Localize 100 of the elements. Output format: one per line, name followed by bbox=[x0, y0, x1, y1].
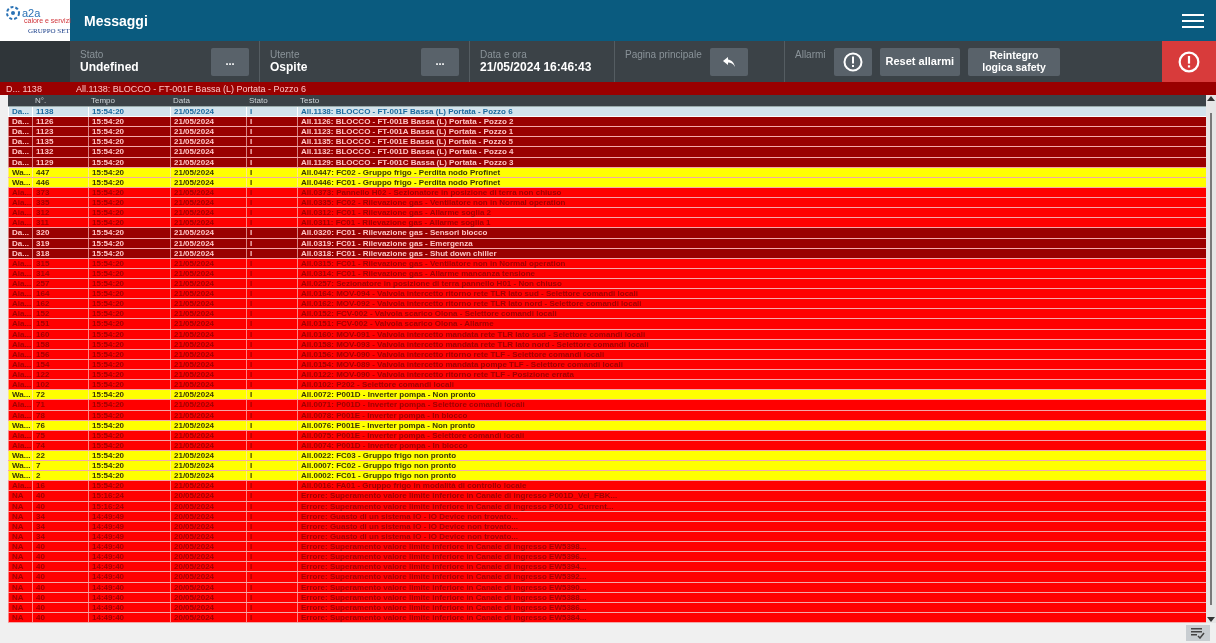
message-row[interactable]: NA 40 14:49:40 20/05/2024 I Errore: Superamento valore limite inferiore in Canale di ingresso EW5398... bbox=[8, 542, 1206, 553]
column-header[interactable]: Data bbox=[170, 95, 246, 106]
table-cell: Wa... bbox=[8, 451, 32, 461]
message-row[interactable]: Ala... 16 15:54:20 21/05/2024 I All.0016: FA01 - Gruppo frigo in modalità di controllo locale bbox=[8, 481, 1206, 492]
message-row[interactable]: Ala... 122 15:54:20 21/05/2024 I All.0122: MOV-090 - Valvola intercetto ritorno rete TLF - Posizione errata bbox=[8, 370, 1206, 381]
message-row[interactable]: Ala... 312 15:54:20 21/05/2024 I All.0312: FC01 - Rilevazione gas - Allarme soglia 2 bbox=[8, 208, 1206, 219]
table-cell: I bbox=[246, 299, 297, 309]
message-row[interactable]: Ala... 257 15:54:20 21/05/2024 I All.0257: Sezionatore in posizione di terra pannello H01 - Non chiuso bbox=[8, 279, 1206, 290]
message-row[interactable]: NA 40 14:49:40 20/05/2024 I Errore: Superamento valore limite inferiore in Canale di ingresso EW5392... bbox=[8, 572, 1206, 583]
message-row[interactable]: Ala... 160 15:54:20 21/05/2024 I All.0160: MOV-091 - Valvola intercetto mandata rete TLR lato sud - Selettore comandi locali bbox=[8, 329, 1206, 340]
message-row[interactable]: Ala... 154 15:54:20 21/05/2024 I All.0154: MOV-089 - Valvola intercetto mandata pompe TLF - Selettore comandi locali bbox=[8, 359, 1206, 371]
table-cell: 21/05/2024 bbox=[170, 461, 246, 471]
table-cell: Da... bbox=[8, 117, 32, 127]
message-row[interactable]: Ala... 335 15:54:20 21/05/2024 I All.0335: FC02 - Rilevazione gas - Ventilatore non in Normal operation bbox=[8, 198, 1206, 209]
table-cell: I bbox=[246, 440, 297, 450]
table-cell: I bbox=[246, 349, 297, 359]
message-row[interactable]: Ala... 71 15:54:20 21/05/2024 I All.0071: P001D - Inverter pompa - Selettore comandi locali bbox=[8, 400, 1206, 411]
table-cell: 15:54:20 bbox=[88, 471, 170, 481]
message-row[interactable]: Da... 1129 15:54:20 21/05/2024 I All.1129: BLOCCO - FT-001C Bassa (L) Portata - Pozzo 3 bbox=[8, 157, 1206, 168]
reset-alarms-button[interactable]: Reset allarmi bbox=[879, 47, 961, 76]
message-row[interactable]: Ala... 164 15:54:20 21/05/2024 I All.0164: MOV-094 - Valvola intercetto ritorno rete TLR lato sud - Selettore comandi locali bbox=[8, 289, 1206, 300]
message-row[interactable]: Ala... 373 15:54:20 21/05/2024 I All.0373: Pannello H02 - Sezionatore in posizione di terra non chiuso bbox=[8, 187, 1206, 199]
message-row[interactable]: Ala... 75 15:54:20 21/05/2024 I All.0075: P001E - Inverter pompa - Selettore comandi locali bbox=[8, 430, 1206, 441]
message-row[interactable]: Ala... 315 15:54:20 21/05/2024 I All.0315: FC01 - Rilevazione gas - Ventilatore non in Normal operation bbox=[8, 258, 1206, 269]
list-check-icon bbox=[1191, 627, 1205, 639]
message-row[interactable]: Ala... 314 15:54:20 21/05/2024 I All.0314: FC01 - Rilevazione gas - Allarme mancanza tensione bbox=[8, 268, 1206, 279]
column-header[interactable]: Stato bbox=[246, 95, 297, 106]
table-cell: I bbox=[246, 137, 297, 147]
table-cell: 21/05/2024 bbox=[170, 430, 246, 440]
message-row[interactable]: NA 34 14:49:49 20/05/2024 I Errore: Guasto di un sistema IO - IO Device non trovato... bbox=[8, 511, 1206, 522]
message-row[interactable]: Wa... 22 15:54:20 21/05/2024 I All.0022: FC03 - Gruppo frigo non pronto bbox=[8, 451, 1206, 462]
reintegro-button[interactable]: Reintegro logica safety bbox=[968, 47, 1061, 76]
message-row[interactable]: Ala... 74 15:54:20 21/05/2024 I All.0074: P001D - Inverter pompa - In blocco bbox=[8, 440, 1206, 451]
message-row[interactable]: Da... 1132 15:54:20 21/05/2024 I All.1132: BLOCCO - FT-001D Bassa (L) Portata - Pozzo 4 bbox=[8, 147, 1206, 158]
table-cell: NA bbox=[8, 542, 32, 552]
table-cell: 15:54:20 bbox=[88, 208, 170, 218]
message-row[interactable]: Wa... 7 15:54:20 21/05/2024 I All.0007: FC02 - Gruppo frigo non pronto bbox=[8, 461, 1206, 472]
table-cell: 15:54:20 bbox=[88, 339, 170, 349]
column-header[interactable]: Tempo bbox=[88, 95, 170, 106]
message-row[interactable]: Da... 1123 15:54:20 21/05/2024 I All.1123: BLOCCO - FT-001A Bassa (L) Portata - Pozzo 1 bbox=[8, 127, 1206, 138]
message-row[interactable]: Ala... 158 15:54:20 21/05/2024 I All.0158: MOV-093 - Valvola intercetto mandata rete TLR lato nord - Selettore comandi locali bbox=[8, 339, 1206, 350]
message-row[interactable]: Da... 319 15:54:20 21/05/2024 I All.0319: FC01 - Rilevazione gas - Emergenza bbox=[8, 238, 1206, 249]
utente-more-button[interactable]: ... bbox=[421, 47, 459, 76]
message-row[interactable]: NA 40 15:16:24 20/05/2024 I Errore: Superamento valore limite inferiore in Canale di ingresso P001D_Vel_FBK... bbox=[8, 491, 1206, 502]
table-cell: 21/05/2024 bbox=[170, 248, 246, 258]
table-cell: 315 bbox=[32, 258, 88, 268]
table-cell: 15:16:24 bbox=[88, 501, 170, 511]
column-header[interactable]: N°. bbox=[32, 95, 88, 106]
table-cell: 15:54:20 bbox=[88, 319, 170, 329]
message-row[interactable]: Ala... 162 15:54:20 21/05/2024 I All.0162: MOV-092 - Valvola intercetto ritorno rete TLR lato nord - Selettore comandi locali bbox=[8, 299, 1206, 310]
table-cell: 320 bbox=[32, 228, 88, 238]
alarm-button[interactable] bbox=[833, 47, 872, 76]
table-cell: 312 bbox=[32, 208, 88, 218]
table-cell: 1135 bbox=[32, 137, 88, 147]
home-button[interactable] bbox=[709, 47, 748, 76]
table-cell: Da... bbox=[8, 107, 32, 117]
message-row[interactable]: Wa... 2 15:54:20 21/05/2024 I All.0002: FC01 - Gruppo frigo non pronto bbox=[8, 471, 1206, 482]
table-cell: 314 bbox=[32, 268, 88, 278]
message-row[interactable]: NA 40 14:49:40 20/05/2024 I Errore: Superamento valore limite inferiore in Canale di ingresso EW5386... bbox=[8, 602, 1206, 613]
table-cell: Da... bbox=[8, 248, 32, 258]
table-cell: 40 bbox=[32, 612, 88, 622]
message-row[interactable]: NA 34 14:49:49 20/05/2024 I Errore: Guasto di un sistema IO - IO Device non trovato... bbox=[8, 531, 1206, 543]
message-row[interactable]: NA 40 14:49:40 20/05/2024 I Errore: Superamento valore limite inferiore in Canale di ingresso EW5390... bbox=[8, 582, 1206, 593]
message-row[interactable]: Ala... 311 15:54:20 21/05/2024 I All.0311: FC01 - Rilevazione gas - Allarme soglia 1 bbox=[8, 218, 1206, 229]
message-row[interactable]: Da... 1135 15:54:20 21/05/2024 I All.1135: BLOCCO - FT-001E Bassa (L) Portata - Pozzo 5 bbox=[8, 137, 1206, 148]
message-row[interactable]: NA 40 14:49:40 20/05/2024 I Errore: Superamento valore limite inferiore in Canale di ingresso EW5396... bbox=[8, 552, 1206, 563]
message-row[interactable]: Wa... 72 15:54:20 21/05/2024 I All.0072: P001D - Inverter pompa - Non pronto bbox=[8, 390, 1206, 401]
table-cell: Ala... bbox=[8, 440, 32, 450]
active-alarm-button[interactable] bbox=[1162, 41, 1216, 82]
stato-more-button[interactable]: ... bbox=[211, 47, 249, 76]
message-row[interactable]: Ala... 152 15:54:20 21/05/2024 I All.0152: FCV-002 - Valvola scarico Olona - Selettore comandi locali bbox=[8, 309, 1206, 320]
message-row[interactable]: NA 40 14:49:40 20/05/2024 I Errore: Superamento valore limite inferiore in Canale di ingresso EW5394... bbox=[8, 562, 1206, 573]
message-row[interactable]: Da... 318 15:54:20 21/05/2024 I All.0318: FC01 - Rilevazione gas - Shut down chiller bbox=[8, 248, 1206, 259]
message-row[interactable]: Ala... 78 15:54:20 21/05/2024 I All.0078: P001E - Inverter pompa - In blocco bbox=[8, 410, 1206, 421]
message-row[interactable]: Ala... 102 15:54:20 21/05/2024 I All.0102: P202 - Selettore comandi locali bbox=[8, 380, 1206, 391]
table-cell: 158 bbox=[32, 339, 88, 349]
table-settings-button[interactable] bbox=[1186, 625, 1210, 641]
table-cell: Wa... bbox=[8, 390, 32, 400]
exclamation-icon bbox=[842, 51, 863, 72]
message-row[interactable]: Da... 320 15:54:20 21/05/2024 I All.0320: FC01 - Rilevazione gas - Sensori blocco bbox=[8, 228, 1206, 239]
scrollbar[interactable] bbox=[1206, 95, 1216, 623]
table-cell: 14:49:40 bbox=[88, 582, 170, 592]
menu-icon[interactable] bbox=[1182, 13, 1204, 28]
message-row[interactable]: NA 34 14:49:49 20/05/2024 I Errore: Guasto di un sistema IO - IO Device non trovato... bbox=[8, 521, 1206, 532]
message-row[interactable]: Wa... 447 15:54:20 21/05/2024 I All.0447: FC02 - Gruppo frigo - Perdita nodo Profinet bbox=[8, 167, 1206, 178]
column-header[interactable]: Testo bbox=[297, 95, 1206, 106]
message-row[interactable]: Da... 1126 15:54:20 21/05/2024 I All.1126: BLOCCO - FT-001B Bassa (L) Portata - Pozzo 2 bbox=[8, 117, 1206, 128]
message-row[interactable]: NA 40 14:49:40 20/05/2024 I Errore: Superamento valore limite inferiore in Canale di ingresso EW5388... bbox=[8, 592, 1206, 603]
message-row[interactable]: Ala... 151 15:54:20 21/05/2024 I All.0151: FCV-002 - Valvola scarico Olona - Allarme bbox=[8, 319, 1206, 330]
message-row[interactable]: Wa... 446 15:54:20 21/05/2024 I All.0446: FC01 - Gruppo frigo - Perdita nodo Profinet bbox=[8, 177, 1206, 188]
message-row[interactable]: NA 40 14:49:40 20/05/2024 I Errore: Superamento valore limite inferiore in Canale di ingresso EW5384... bbox=[8, 612, 1206, 623]
message-row[interactable]: Da... 1138 15:54:20 21/05/2024 I All.1138: BLOCCO - FT-001F Bassa (L) Portata - Pozzo 6 bbox=[8, 107, 1206, 118]
message-row[interactable]: Ala... 156 15:54:20 21/05/2024 I All.0156: MOV-090 - Valvola intercetto ritorno rete TLF - Selettore comandi locali bbox=[8, 349, 1206, 360]
table-cell: 15:54:20 bbox=[88, 430, 170, 440]
table-cell: I bbox=[246, 602, 297, 612]
table-cell: 21/05/2024 bbox=[170, 410, 246, 420]
message-row[interactable]: Wa... 76 15:54:20 21/05/2024 I All.0076: P001E - Inverter pompa - Non pronto bbox=[8, 420, 1206, 431]
table-cell: 15:54:20 bbox=[88, 461, 170, 471]
table-cell: 102 bbox=[32, 380, 88, 390]
table-cell: I bbox=[246, 521, 297, 531]
